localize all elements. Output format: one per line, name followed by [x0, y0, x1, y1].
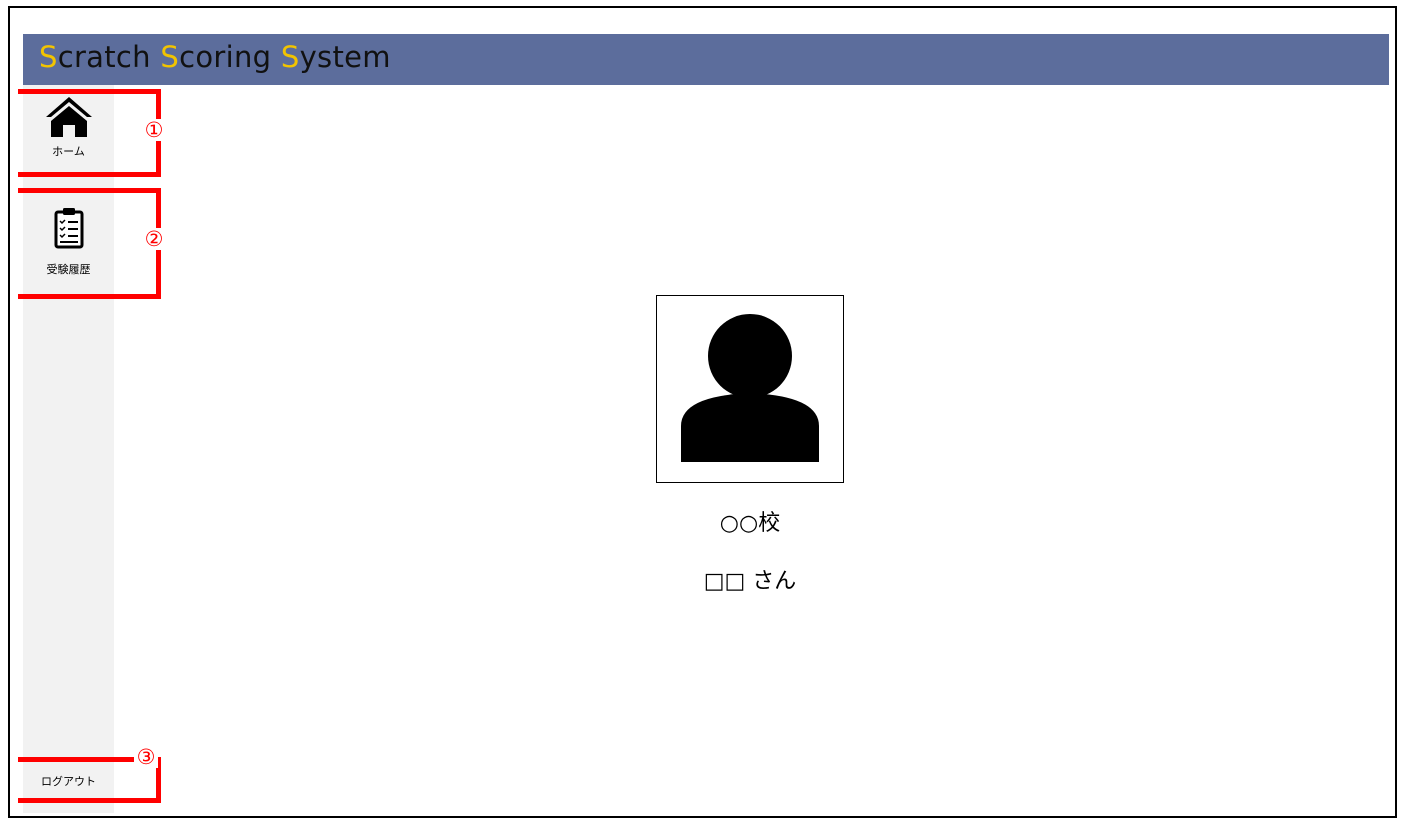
title-word-scratch: cratch	[57, 40, 161, 74]
school-name: ○○校	[719, 511, 781, 536]
profile-avatar	[656, 295, 844, 483]
title-initial-s2: S	[160, 40, 180, 74]
app-title: Scratch Scoring System	[39, 40, 391, 74]
title-initial-s3: S	[280, 40, 300, 74]
annotation-marker-1: ①	[142, 119, 166, 141]
title-initial-s1: S	[39, 40, 58, 74]
student-name: □□ さん	[703, 569, 797, 594]
title-word-scoring: coring	[179, 40, 281, 74]
title-word-system: ystem	[299, 40, 391, 74]
annotation-marker-2: ②	[142, 228, 166, 250]
annotation-box-2	[18, 188, 161, 299]
user-avatar-icon	[681, 314, 819, 462]
app-header: Scratch Scoring System	[23, 34, 1389, 85]
annotation-box-1	[18, 89, 161, 177]
annotation-marker-3: ③	[134, 746, 158, 768]
